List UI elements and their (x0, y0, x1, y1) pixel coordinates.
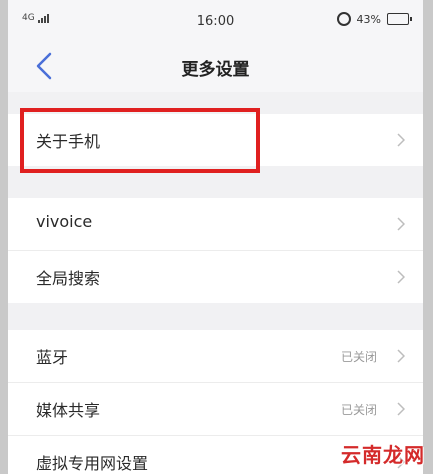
item-status: 已关闭 (340, 403, 377, 417)
status-bar: 4G 16:00 43% (8, 0, 423, 40)
settings-group-about: 关于手机 (8, 114, 423, 166)
chevron-right-icon (397, 133, 405, 147)
item-status: 已关闭 (340, 350, 377, 364)
item-label: 虚拟专用网设置 (36, 454, 149, 473)
status-right: 43% (336, 12, 412, 26)
nav-bar: 更多设置 (8, 40, 423, 92)
settings-item-global-search[interactable]: 全局搜索 (8, 251, 423, 303)
phone-screen: 4G 16:00 43% 更多设置 关于手机 vivoice 全局搜索 蓝牙 已… (8, 0, 423, 474)
item-label: 全局搜索 (36, 269, 101, 288)
settings-item-media-sharing[interactable]: 媒体共享 已关闭 (8, 383, 423, 436)
settings-item-bluetooth[interactable]: 蓝牙 已关闭 (8, 330, 423, 383)
chevron-right-icon (397, 217, 405, 231)
settings-item-vivoice[interactable]: vivoice (8, 198, 423, 251)
battery-icon (387, 13, 412, 25)
chevron-right-icon (397, 402, 405, 416)
item-label: 关于手机 (36, 132, 101, 151)
alarm-icon (336, 12, 351, 26)
item-label: 蓝牙 (36, 348, 69, 367)
settings-group-voice-search: vivoice 全局搜索 (8, 198, 423, 303)
chevron-right-icon (397, 270, 405, 284)
battery-percent: 43% (356, 12, 381, 26)
item-label: 媒体共享 (36, 401, 101, 420)
watermark-logo: 云南龙网 (341, 443, 425, 467)
settings-item-about-phone[interactable]: 关于手机 (8, 114, 423, 166)
chevron-right-icon (397, 349, 405, 363)
page-title: 更多设置 (181, 60, 250, 80)
item-label: vivoice (36, 212, 93, 231)
